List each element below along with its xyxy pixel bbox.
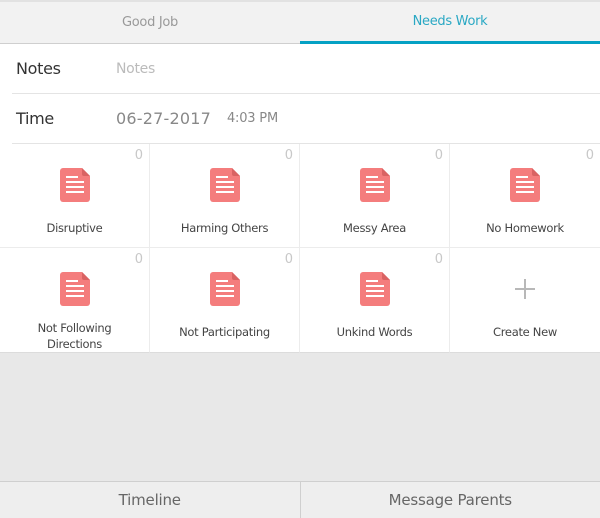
timeline-button[interactable]: Timeline	[0, 482, 300, 518]
behavior-label: Unkind Words	[336, 325, 413, 339]
behavior-count: 0	[134, 252, 143, 267]
behavior-label: Disruptive	[46, 221, 103, 235]
document-icon	[59, 168, 90, 202]
behavior-count: 0	[434, 252, 443, 267]
behavior-label: Harming Others	[180, 221, 269, 235]
behavior-unkind-words[interactable]: 0 Unkind Words	[300, 248, 450, 353]
notes-input[interactable]	[116, 60, 416, 77]
behavior-not-participating[interactable]: 0 Not Participating	[150, 248, 300, 353]
behavior-not-following-directions[interactable]: 0 Not Following Directions	[0, 248, 150, 353]
behavior-count: 0	[284, 148, 293, 163]
date-value[interactable]: 06-27-2017	[116, 109, 211, 128]
behavior-label: Not Following Directions	[37, 321, 112, 351]
create-new-label: Create New	[493, 325, 557, 339]
document-icon	[209, 272, 240, 306]
behavior-harming-others[interactable]: 0 Harming Others	[150, 144, 300, 248]
behavior-messy-area[interactable]: 0 Messy Area	[300, 144, 450, 248]
behavior-count: 0	[434, 148, 443, 163]
behavior-count: 0	[134, 148, 143, 163]
behavior-label: Messy Area	[343, 221, 406, 235]
document-icon	[209, 168, 240, 202]
time-row: Time 06-27-2017 4:03 PM	[12, 94, 600, 144]
app: Good Job Needs Work Notes Time 06-27-201…	[0, 0, 600, 518]
notes-row: Notes	[12, 44, 600, 94]
bottom-bar: Timeline Message Parents	[0, 481, 600, 518]
behavior-grid: 0 Disruptive 0 Harming Others 0 Messy Ar…	[0, 144, 600, 353]
behavior-no-homework[interactable]: 0 No Homework	[450, 144, 600, 248]
plus-icon	[515, 279, 535, 299]
behavior-label: Not Participating	[179, 325, 270, 339]
record-form: Notes Time 06-27-2017 4:03 PM	[0, 44, 600, 144]
tab-bar: Good Job Needs Work	[0, 0, 600, 44]
document-icon	[59, 272, 90, 306]
behavior-count: 0	[585, 148, 594, 163]
notes-label: Notes	[16, 59, 61, 78]
document-icon	[359, 168, 390, 202]
behavior-label: No Homework	[486, 221, 564, 235]
tab-needs-work[interactable]: Needs Work	[300, 2, 600, 44]
tab-good-job[interactable]: Good Job	[0, 2, 300, 44]
message-parents-button[interactable]: Message Parents	[299, 482, 600, 518]
document-icon	[359, 272, 390, 306]
time-value[interactable]: 4:03 PM	[227, 111, 278, 126]
document-icon	[510, 168, 540, 202]
time-label: Time	[16, 109, 54, 128]
behavior-count: 0	[284, 252, 293, 267]
behavior-disruptive[interactable]: 0 Disruptive	[0, 144, 150, 248]
create-new-button[interactable]: Create New	[450, 248, 600, 353]
